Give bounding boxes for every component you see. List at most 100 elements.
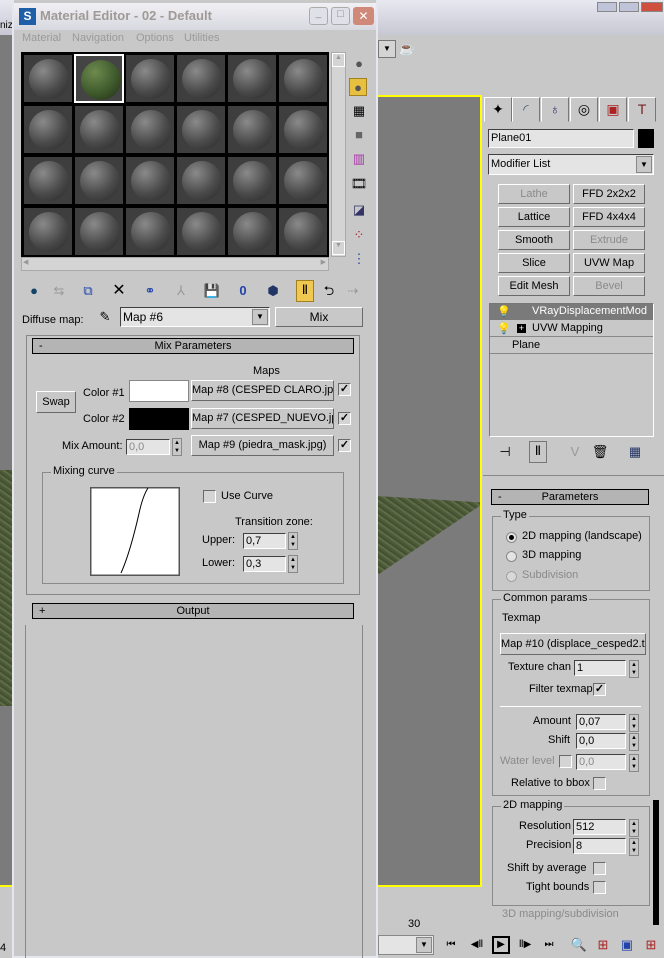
modifier-button[interactable]: Edit Mesh [498, 276, 570, 296]
modifier-list-dropdown[interactable]: Modifier List ▼ [488, 154, 654, 175]
options-icon[interactable]: ◪ [350, 201, 368, 219]
goto-end-icon[interactable]: ⏭ [540, 936, 558, 954]
next-frame-icon[interactable]: Ⅱ▶ [516, 936, 534, 954]
modify-tab-icon[interactable]: ◜ [512, 97, 540, 122]
upper-spinner[interactable]: ▲ ▼ [288, 532, 298, 550]
use-curve-checkbox[interactable] [203, 490, 216, 503]
configure-sets-icon[interactable]: ▦ [626, 443, 644, 461]
dropdown-arrow-icon[interactable]: ▼ [378, 40, 396, 58]
sample-slot[interactable] [74, 54, 124, 103]
filter-texmap-checkbox[interactable]: ✓ [593, 683, 606, 696]
shift-input[interactable]: 0,0 [576, 733, 626, 749]
reset-map-icon[interactable]: ✕ [110, 282, 128, 300]
sample-type-icon[interactable]: ● [350, 55, 368, 73]
time-config-dropdown[interactable]: ▼ [378, 935, 434, 955]
lightbulb-icon[interactable]: 💡 [497, 322, 511, 335]
scroll-left-icon[interactable]: ◀ [23, 258, 28, 266]
modifier-button[interactable]: Lattice [498, 207, 570, 227]
viewport[interactable] [376, 95, 482, 887]
zoom-all-icon[interactable]: ⊞ [594, 936, 612, 954]
map3-button[interactable]: Map #9 (piedra_mask.jpg) [191, 435, 334, 456]
texmap-button[interactable]: Map #10 (displace_cesped2.tga) [500, 633, 646, 655]
zoom-icon[interactable]: 🔍 [570, 936, 588, 954]
mix-amount-spinner[interactable]: ▲ ▼ [172, 438, 182, 456]
sample-slot[interactable] [176, 105, 226, 154]
play-icon[interactable]: ▶ [492, 936, 510, 954]
object-name-input[interactable]: Plane01 [488, 129, 634, 148]
window-title-bar[interactable]: S Material Editor - 02 - Default _ □ ✕ [14, 3, 376, 30]
close-button[interactable]: ✕ [353, 7, 374, 25]
background-checker-icon[interactable]: ▦ [350, 102, 368, 120]
radio-subdivision[interactable] [506, 571, 517, 582]
show-end-result-icon[interactable]: Ⅱ [529, 441, 547, 463]
sample-slot[interactable] [23, 207, 73, 256]
make-unique-icon[interactable]: V [566, 443, 584, 461]
map2-checkbox[interactable]: ✓ [338, 412, 351, 425]
eyedropper-icon[interactable]: ✎ [96, 308, 114, 326]
texture-chan-input[interactable]: 1 [574, 660, 626, 676]
map1-button[interactable]: Map #8 (CESPED CLARO.jpg) [191, 380, 334, 401]
color2-swatch[interactable] [129, 408, 189, 430]
zoom-extents-all-icon[interactable]: ⊞ [642, 936, 660, 954]
sample-uv-tiling-icon[interactable]: ■ [350, 126, 368, 144]
menu-options[interactable]: Options [136, 32, 174, 44]
modifier-button[interactable]: Extrude [573, 230, 645, 250]
modifier-button[interactable]: UVW Map [573, 253, 645, 273]
get-material-icon[interactable]: ● [25, 282, 43, 300]
modifier-button[interactable]: Lathe [498, 184, 570, 204]
expand-plus-icon[interactable]: + [517, 324, 526, 333]
sample-slot[interactable] [23, 156, 73, 205]
sample-slot[interactable] [278, 54, 328, 103]
horizontal-scrollbar[interactable]: ◀ ▶ [21, 257, 329, 271]
resolution-spinner[interactable]: ▲ ▼ [629, 819, 639, 837]
assign-material-icon[interactable]: ⧉ [79, 282, 97, 300]
lightbulb-icon[interactable]: 💡 [497, 305, 511, 318]
make-unique-icon[interactable]: ⅄ [172, 282, 190, 300]
stack-item-vraydisplacement[interactable]: 💡 VRayDisplacementMod [490, 304, 653, 320]
modifier-button[interactable]: Smooth [498, 230, 570, 250]
shift-spinner[interactable]: ▲ ▼ [629, 733, 639, 751]
sample-slot[interactable] [176, 54, 226, 103]
vertical-scrollbar[interactable]: ▲ ▼ [331, 52, 346, 257]
stack-item-uvw-mapping[interactable]: 💡 + UVW Mapping [490, 321, 653, 337]
menu-navigation[interactable]: Navigation [72, 32, 124, 44]
mix-parameters-header[interactable]: - Mix Parameters [32, 338, 354, 354]
stack-item-plane[interactable]: Plane [490, 338, 653, 354]
minimize-max-button[interactable] [597, 2, 617, 12]
select-by-material-icon[interactable]: ⁘ [350, 226, 368, 244]
put-to-library-icon[interactable]: 💾 [203, 282, 221, 300]
close-max-button[interactable] [641, 2, 663, 12]
put-material-icon[interactable]: ⇆ [50, 282, 68, 300]
texture-chan-spinner[interactable]: ▲ ▼ [629, 660, 639, 678]
radio-2d-mapping[interactable] [506, 532, 517, 543]
backlight-icon[interactable]: ● [349, 78, 367, 96]
scroll-up-icon[interactable]: ▲ [332, 53, 345, 67]
sample-slot[interactable] [227, 54, 277, 103]
show-map-in-viewport-icon[interactable]: ⬢ [264, 282, 282, 300]
lower-spinner[interactable]: ▲ ▼ [288, 555, 298, 573]
sample-slot[interactable] [74, 207, 124, 256]
parameters-rollout-header[interactable]: - Parameters [491, 489, 649, 505]
go-to-parent-icon[interactable]: ⮌ [320, 282, 338, 300]
sample-slot[interactable] [227, 207, 277, 256]
map1-checkbox[interactable]: ✓ [338, 383, 351, 396]
zoom-extents-icon[interactable]: ▣ [618, 936, 636, 954]
modifier-button[interactable]: Bevel [573, 276, 645, 296]
map3-checkbox[interactable]: ✓ [338, 439, 351, 452]
water-level-spinner[interactable]: ▲ ▼ [629, 754, 639, 772]
hierarchy-tab-icon[interactable]: ♁ [541, 97, 569, 122]
material-effects-channel-icon[interactable]: 0 [234, 282, 252, 300]
amount-input[interactable]: 0,07 [576, 714, 626, 730]
modifier-button[interactable]: Slice [498, 253, 570, 273]
panel-scrollbar[interactable] [653, 800, 659, 925]
sample-slot[interactable] [23, 54, 73, 103]
motion-tab-icon[interactable]: ◎ [570, 97, 598, 122]
menu-utilities[interactable]: Utilities [184, 32, 219, 44]
map2-button[interactable]: Map #7 (CESPED_NUEVO.jpg) [191, 408, 334, 429]
sample-slot[interactable] [278, 207, 328, 256]
utilities-tab-icon[interactable]: T [628, 97, 656, 122]
goto-start-icon[interactable]: ⏮ [442, 936, 460, 954]
water-level-checkbox[interactable] [559, 755, 572, 768]
scroll-down-icon[interactable]: ▼ [332, 241, 345, 255]
video-color-check-icon[interactable]: ▥ [350, 150, 368, 168]
